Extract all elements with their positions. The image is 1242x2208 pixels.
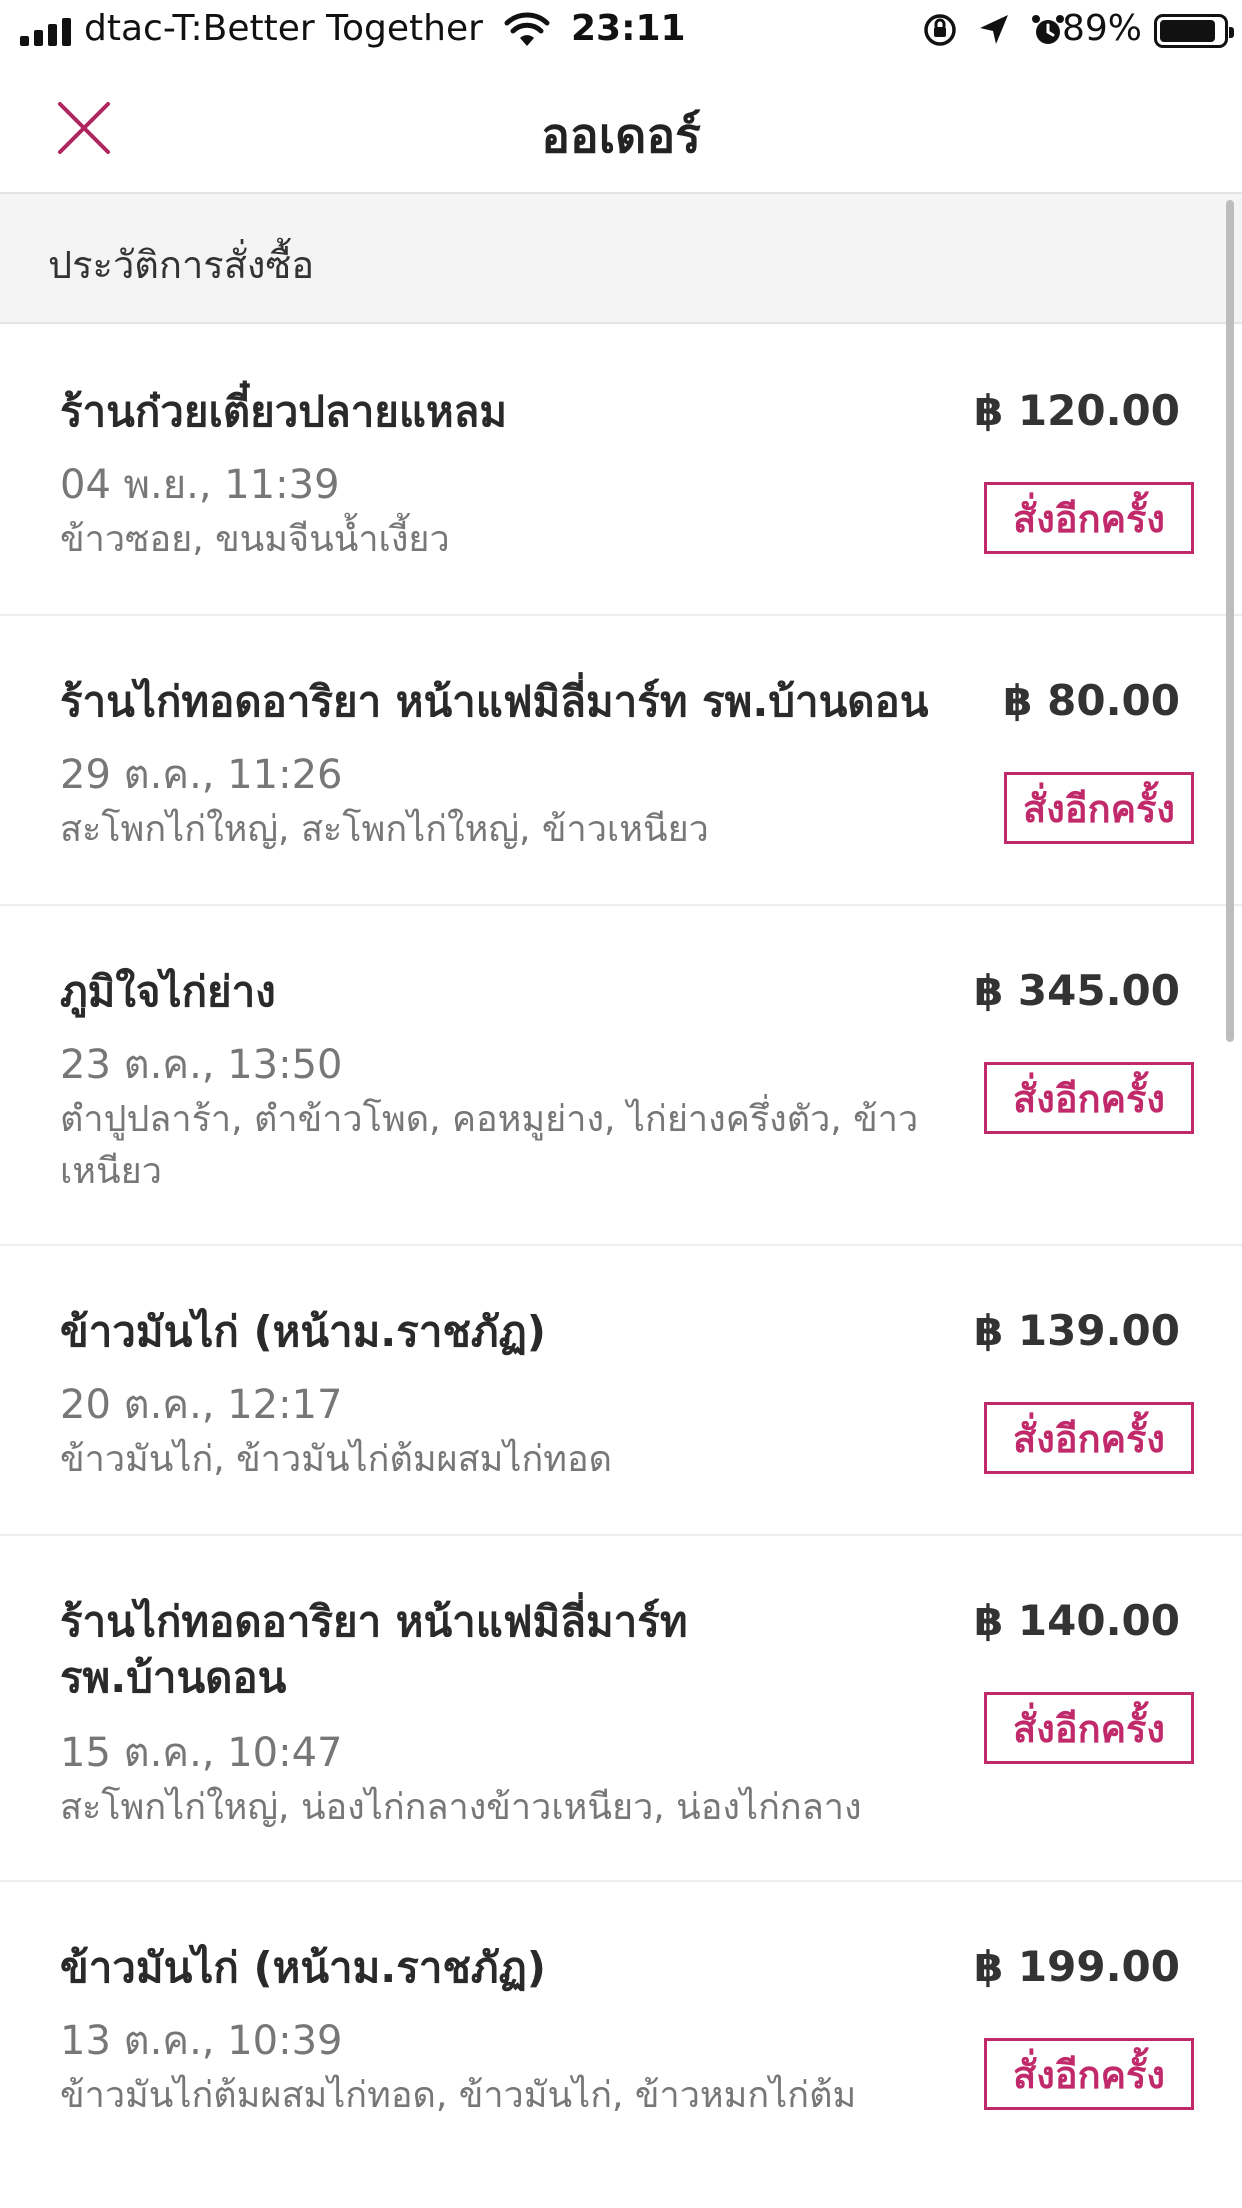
order-price: ฿ 140.00 bbox=[974, 1596, 1180, 1645]
order-row[interactable]: ข้าวมันไก่ (หน้าม.ราชภัฏ) 13 ต.ค., 10:39… bbox=[0, 1882, 1242, 2182]
restaurant-name: ข้าวมันไก่ (หน้าม.ราชภัฏ) bbox=[60, 1307, 546, 1356]
restaurant-name: ภูมิใจไก่ย่าง bbox=[60, 967, 276, 1016]
reorder-button[interactable]: สั่งอีกครั้ง bbox=[984, 1692, 1194, 1764]
order-price: ฿ 199.00 bbox=[974, 1942, 1180, 1991]
page-title: ออเดอร์ bbox=[541, 108, 701, 164]
reorder-button[interactable]: สั่งอีกครั้ง bbox=[984, 482, 1194, 554]
status-time: 23:11 bbox=[571, 8, 686, 49]
order-items: ข้าวซอย, ขนมจีนน้ำเงี้ยว bbox=[60, 519, 450, 560]
signal-icon bbox=[20, 16, 72, 46]
order-items: สะโพกไก่ใหญ่, น่องไก่กลางข้าวเหนียว, น่อ… bbox=[60, 1787, 862, 1828]
location-icon bbox=[980, 15, 1008, 44]
reorder-button[interactable]: สั่งอีกครั้ง bbox=[984, 2038, 1194, 2110]
reorder-button[interactable]: สั่งอีกครั้ง bbox=[1004, 772, 1194, 844]
alarm-icon bbox=[1032, 15, 1064, 44]
order-items: สะโพกไก่ใหญ่, สะโพกไก่ใหญ่, ข้าวเหนียว bbox=[60, 809, 709, 850]
restaurant-name: ร้านไก่ทอดอาริยา หน้าแฟมิลี่มาร์ท รพ.บ้า… bbox=[60, 677, 929, 726]
order-date: 15 ต.ค., 10:47 bbox=[60, 1730, 343, 1776]
battery-percentage: 89% bbox=[1062, 8, 1143, 49]
status-icons bbox=[922, 12, 1066, 48]
section-header: ประวัติการสั่งซื้อ bbox=[0, 194, 1242, 324]
restaurant-name: ร้านไก่ทอดอาริยา หน้าแฟมิลี่มาร์ท รพ.บ้า… bbox=[60, 1597, 688, 1702]
order-row[interactable]: ข้าวมันไก่ (หน้าม.ราชภัฏ) 20 ต.ค., 12:17… bbox=[0, 1246, 1242, 1536]
order-date: 04 พ.ย., 11:39 bbox=[60, 462, 340, 508]
scrollbar[interactable] bbox=[1226, 200, 1234, 1042]
order-items: ข้าวมันไก่, ข้าวมันไก่ต้มผสมไก่ทอด bbox=[60, 1439, 612, 1480]
carrier-name: dtac-T:Better Together bbox=[84, 8, 483, 49]
restaurant-name: ข้าวมันไก่ (หน้าม.ราชภัฏ) bbox=[60, 1943, 546, 1992]
order-items: ตำปูปลาร้า, ตำข้าวโพด, คอหมูย่าง, ไก่ย่า… bbox=[60, 1099, 919, 1192]
battery-icon bbox=[1154, 14, 1234, 48]
order-date: 13 ต.ค., 10:39 bbox=[60, 2018, 343, 2064]
battery-level bbox=[1160, 20, 1216, 42]
order-date: 23 ต.ค., 13:50 bbox=[60, 1042, 343, 1088]
reorder-button[interactable]: สั่งอีกครั้ง bbox=[984, 1402, 1194, 1474]
wifi-icon bbox=[504, 12, 550, 46]
order-price: ฿ 345.00 bbox=[974, 966, 1180, 1015]
order-price: ฿ 80.00 bbox=[1003, 676, 1180, 725]
order-list: ร้านก๋วยเตี๋ยวปลายแหลม 04 พ.ย., 11:39 ข้… bbox=[0, 326, 1242, 2182]
order-row[interactable]: ร้านไก่ทอดอาริยา หน้าแฟมิลี่มาร์ท รพ.บ้า… bbox=[0, 616, 1242, 906]
restaurant-name: ร้านก๋วยเตี๋ยวปลายแหลม bbox=[60, 387, 508, 436]
reorder-button[interactable]: สั่งอีกครั้ง bbox=[984, 1062, 1194, 1134]
order-row[interactable]: ร้านก๋วยเตี๋ยวปลายแหลม 04 พ.ย., 11:39 ข้… bbox=[0, 326, 1242, 616]
order-date: 29 ต.ค., 11:26 bbox=[60, 752, 343, 798]
order-items: ข้าวมันไก่ต้มผสมไก่ทอด, ข้าวมันไก่, ข้าว… bbox=[60, 2075, 857, 2116]
order-row[interactable]: ร้านไก่ทอดอาริยา หน้าแฟมิลี่มาร์ท รพ.บ้า… bbox=[0, 1536, 1242, 1882]
section-title: ประวัติการสั่งซื้อ bbox=[48, 243, 315, 287]
order-price: ฿ 120.00 bbox=[974, 386, 1180, 435]
nav-bar: ออเดอร์ bbox=[0, 62, 1242, 194]
status-bar: dtac-T:Better Together 23:11 89% bbox=[0, 0, 1242, 62]
orientation-lock-icon bbox=[924, 14, 956, 46]
order-row[interactable]: ภูมิใจไก่ย่าง 23 ต.ค., 13:50 ตำปูปลาร้า,… bbox=[0, 906, 1242, 1246]
order-price: ฿ 139.00 bbox=[974, 1306, 1180, 1355]
order-date: 20 ต.ค., 12:17 bbox=[60, 1382, 343, 1428]
